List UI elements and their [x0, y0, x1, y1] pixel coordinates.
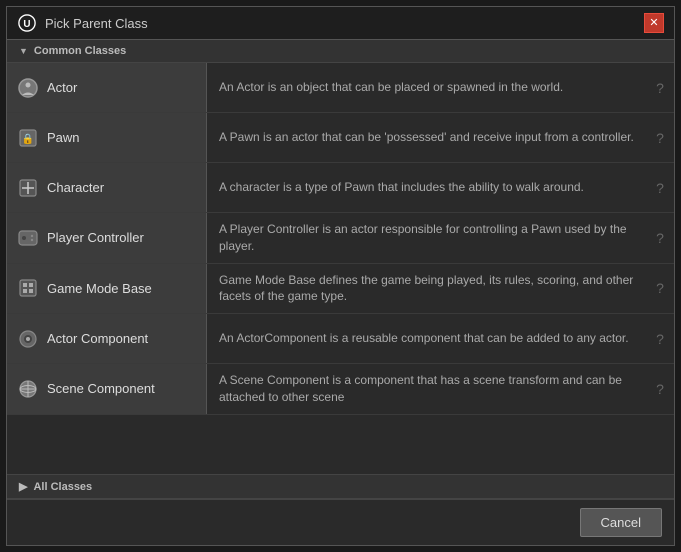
ue-logo-icon: U — [17, 13, 37, 33]
pawn-label: Pawn — [47, 130, 80, 145]
player-controller-info-icon[interactable]: ? — [646, 213, 674, 263]
game-mode-icon — [17, 277, 39, 299]
pawn-icon: 🔒 — [17, 127, 39, 149]
all-classes-header[interactable]: ▶ All Classes — [7, 474, 674, 499]
pawn-info-icon[interactable]: ? — [646, 113, 674, 162]
class-row-player-controller: Player Controller A Player Controller is… — [7, 213, 674, 264]
scene-component-label: Scene Component — [47, 381, 155, 396]
game-mode-label: Game Mode Base — [47, 281, 152, 296]
actor-component-label: Actor Component — [47, 331, 148, 346]
actor-component-info-icon[interactable]: ? — [646, 314, 674, 363]
bottom-bar: Cancel — [7, 499, 674, 545]
player-controller-icon — [17, 227, 39, 249]
title-bar: U Pick Parent Class ✕ — [7, 7, 674, 40]
character-label: Character — [47, 180, 104, 195]
common-classes-arrow-icon: ▼ — [19, 46, 28, 56]
all-classes-label: All Classes — [33, 481, 92, 493]
actor-component-icon — [17, 328, 39, 350]
game-mode-button[interactable]: Game Mode Base — [7, 264, 207, 314]
cancel-button[interactable]: Cancel — [580, 508, 662, 537]
all-classes-arrow-icon: ▶ — [19, 480, 27, 493]
player-controller-label: Player Controller — [47, 230, 144, 245]
close-button[interactable]: ✕ — [644, 13, 664, 33]
player-controller-description: A Player Controller is an actor responsi… — [207, 213, 646, 263]
dialog-title: Pick Parent Class — [45, 16, 148, 31]
svg-text:U: U — [23, 19, 30, 30]
title-bar-left: U Pick Parent Class — [17, 13, 148, 33]
class-row-actor-component: Actor Component An ActorComponent is a r… — [7, 314, 674, 364]
actor-label: Actor — [47, 80, 77, 95]
class-row-scene-component: Scene Component A Scene Component is a c… — [7, 364, 674, 415]
scene-component-icon — [17, 378, 39, 400]
class-row-pawn: 🔒 Pawn A Pawn is an actor that can be 'p… — [7, 113, 674, 163]
pawn-description: A Pawn is an actor that can be 'possesse… — [207, 113, 646, 162]
actor-description: An Actor is an object that can be placed… — [207, 63, 646, 112]
pick-parent-class-dialog: U Pick Parent Class ✕ ▼ Common Classes — [6, 6, 675, 546]
actor-button[interactable]: Actor — [7, 63, 207, 112]
player-controller-button[interactable]: Player Controller — [7, 213, 207, 263]
actor-component-button[interactable]: Actor Component — [7, 314, 207, 363]
scene-component-info-icon[interactable]: ? — [646, 364, 674, 414]
common-classes-label: Common Classes — [34, 45, 126, 57]
scene-component-button[interactable]: Scene Component — [7, 364, 207, 414]
class-row-actor: Actor An Actor is an object that can be … — [7, 63, 674, 113]
game-mode-info-icon[interactable]: ? — [646, 264, 674, 314]
character-description: A character is a type of Pawn that inclu… — [207, 163, 646, 212]
classes-list: Actor An Actor is an object that can be … — [7, 63, 674, 474]
character-icon — [17, 177, 39, 199]
actor-icon — [17, 77, 39, 99]
character-info-icon[interactable]: ? — [646, 163, 674, 212]
class-row-character: Character A character is a type of Pawn … — [7, 163, 674, 213]
pawn-button[interactable]: 🔒 Pawn — [7, 113, 207, 162]
class-row-game-mode: Game Mode Base Game Mode Base defines th… — [7, 264, 674, 315]
character-button[interactable]: Character — [7, 163, 207, 212]
svg-text:🔒: 🔒 — [22, 133, 34, 145]
actor-info-icon[interactable]: ? — [646, 63, 674, 112]
scene-component-description: A Scene Component is a component that ha… — [207, 364, 646, 414]
game-mode-description: Game Mode Base defines the game being pl… — [207, 264, 646, 314]
dialog-content: ▼ Common Classes Actor — [7, 40, 674, 499]
common-classes-header: ▼ Common Classes — [7, 40, 674, 63]
actor-component-description: An ActorComponent is a reusable componen… — [207, 314, 646, 363]
